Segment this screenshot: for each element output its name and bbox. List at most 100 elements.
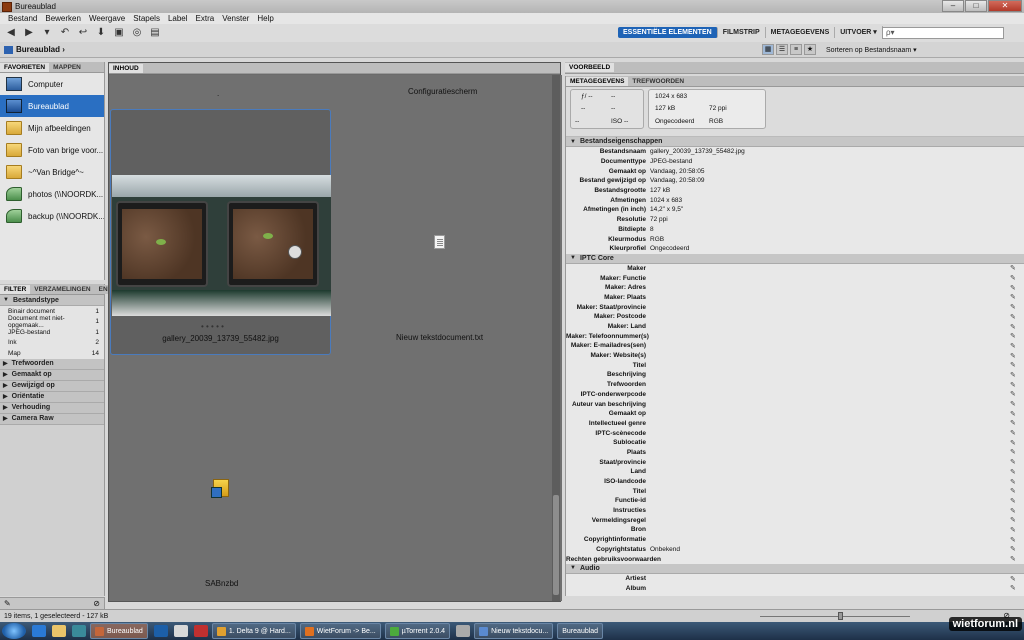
metadata-row[interactable]: Vermeldingsregel ✎ [566, 515, 1024, 525]
edit-pencil-icon[interactable]: ✎ [1010, 458, 1020, 466]
tab-metadata[interactable]: METAGEGEVENS [566, 77, 629, 86]
edit-pencil-icon[interactable]: ✎ [1010, 352, 1020, 360]
metadata-row[interactable]: Artiest ✎ [566, 574, 1024, 584]
edit-pencil-icon[interactable]: ✎ [1010, 487, 1020, 495]
forward-icon[interactable]: ▶ [22, 27, 36, 39]
menu-help[interactable]: Help [253, 14, 277, 23]
metadata-row[interactable]: Functie-id ✎ [566, 496, 1024, 506]
edit-pencil-icon[interactable]: ✎ [1010, 342, 1020, 350]
recent-dropdown-icon[interactable]: ▾ [40, 27, 54, 39]
close-button[interactable]: ✕ [988, 0, 1022, 12]
menu-venster[interactable]: Venster [218, 14, 253, 23]
workspace-essentials[interactable]: ESSENTIËLE ELEMENTEN [618, 26, 718, 38]
menu-weergave[interactable]: Weergave [85, 14, 129, 23]
filter-group[interactable]: ▶ Gewijzigd op [0, 380, 104, 392]
filter-row[interactable]: Document met niet-opgemaak... 1 [0, 315, 104, 329]
ie-icon[interactable] [32, 625, 46, 637]
pin-icon[interactable]: ✎ [4, 599, 11, 608]
metadata-row[interactable]: Copyrightstatus Onbekend ✎ [566, 545, 1024, 555]
edit-pencil-icon[interactable]: ✎ [1010, 497, 1020, 505]
filter-group-filetype[interactable]: ▼ Bestandstype [0, 295, 104, 306]
clear-filter-icon[interactable]: ⊘ [93, 599, 100, 608]
metadata-row[interactable]: ISO-landcode ✎ [566, 477, 1024, 487]
metadata-row[interactable]: Land ✎ [566, 467, 1024, 477]
metadata-row[interactable]: Plaats ✎ [566, 448, 1024, 458]
edit-pencil-icon[interactable]: ✎ [1010, 323, 1020, 331]
edit-pencil-icon[interactable]: ✎ [1010, 390, 1020, 398]
metadata-value[interactable]: Onbekend [650, 546, 1010, 553]
output-icon[interactable]: ▤ [148, 27, 162, 39]
edit-pencil-icon[interactable]: ✎ [1010, 516, 1020, 524]
metadata-row[interactable]: Titel ✎ [566, 360, 1024, 370]
metadata-row[interactable]: Maker: Land ✎ [566, 322, 1024, 332]
thumbnail-size-slider[interactable] [760, 616, 910, 617]
metadata-row[interactable]: Rechten gebruiksvoorwaarden ✎ [566, 554, 1024, 564]
edit-pencil-icon[interactable]: ✎ [1010, 545, 1020, 553]
edit-pencil-icon[interactable]: ✎ [1010, 507, 1020, 515]
filter-row[interactable]: Ink 2 [0, 337, 104, 348]
scrollbar-thumb[interactable] [553, 495, 559, 595]
task-notepad[interactable]: Nieuw tekstdocu... [474, 623, 554, 639]
task-utorrent[interactable]: µTorrent 2.0.4 [384, 623, 451, 639]
edit-pencil-icon[interactable]: ✎ [1010, 361, 1020, 369]
return-icon[interactable]: ↩ [76, 27, 90, 39]
metadata-row[interactable]: Maker ✎ [566, 264, 1024, 274]
app-icon[interactable] [173, 625, 188, 637]
open-in-camera-raw-icon[interactable]: ◎ [130, 27, 144, 39]
task-bridge[interactable]: Bureaublad [90, 623, 148, 639]
section-file-properties[interactable]: ▼ Bestandseigenschappen [566, 137, 1024, 147]
metadata-row[interactable]: Maker: Plaats ✎ [566, 293, 1024, 303]
edit-pencil-icon[interactable]: ✎ [1010, 526, 1020, 534]
tab-preview[interactable]: VOORBEELD [565, 63, 615, 72]
back-icon[interactable]: ◀ [4, 27, 18, 39]
opera-icon[interactable] [193, 625, 208, 637]
edit-pencil-icon[interactable]: ✎ [1010, 371, 1020, 379]
tab-collections[interactable]: VERZAMELINGEN [30, 285, 95, 294]
metadata-row[interactable]: IPTC-onderwerpcode ✎ [566, 390, 1024, 400]
search-input[interactable]: ρ▾ [882, 27, 1004, 39]
workspace-output[interactable]: UITVOER ▾ [835, 26, 883, 38]
task-bureaublad[interactable]: Bureaublad [557, 623, 604, 639]
metadata-row[interactable]: Beschrijving ✎ [566, 370, 1024, 380]
filter-row[interactable]: Map 14 [0, 348, 104, 359]
camera-download-icon[interactable]: ⬇ [94, 27, 108, 39]
text-document-icon[interactable] [434, 235, 445, 249]
edit-pencil-icon[interactable]: ✎ [1010, 468, 1020, 476]
minimize-button[interactable]: – [942, 0, 964, 12]
metadata-row[interactable]: Maker: Adres ✎ [566, 283, 1024, 293]
favorite-computer[interactable]: Computer [0, 73, 104, 95]
menu-bestand[interactable]: Bestand [4, 14, 41, 23]
tab-favorites[interactable]: FAVORIETEN [0, 63, 50, 72]
filter-group[interactable]: ▶ Oriëntatie [0, 391, 104, 403]
breadcrumb[interactable]: Bureaublad › [4, 45, 65, 54]
edit-pencil-icon[interactable]: ✎ [1010, 439, 1020, 447]
metadata-row[interactable]: Staat/provincie ✎ [566, 457, 1024, 467]
edit-pencil-icon[interactable]: ✎ [1010, 584, 1020, 592]
menu-bewerken[interactable]: Bewerken [41, 14, 85, 23]
edit-pencil-icon[interactable]: ✎ [1010, 536, 1020, 544]
metadata-row[interactable]: Album ✎ [566, 584, 1024, 594]
photoshop-icon[interactable] [153, 625, 168, 637]
slider-knob[interactable] [838, 612, 843, 620]
content-grid[interactable]: . • • • • • gallery_20039_13739_55482.jp… [109, 75, 562, 601]
sabnzbd-icon[interactable] [211, 479, 229, 498]
metadata-row[interactable]: Sublocatie ✎ [566, 438, 1024, 448]
favorite-my-pictures[interactable]: Mijn afbeeldingen [0, 117, 104, 139]
reveal-recent-icon[interactable]: ↶ [58, 27, 72, 39]
edit-pencil-icon[interactable]: ✎ [1010, 575, 1020, 583]
edit-pencil-icon[interactable]: ✎ [1010, 419, 1020, 427]
thumbnail-jpg-selected[interactable]: • • • • • gallery_20039_13739_55482.jpg [110, 109, 331, 355]
edit-pencil-icon[interactable]: ✎ [1010, 555, 1020, 563]
favorite-photo-folder[interactable]: Foto van brige voor... [0, 139, 104, 161]
metadata-row[interactable]: Maker: Staat/provincie ✎ [566, 302, 1024, 312]
filter-group[interactable]: ▶ Camera Raw [0, 413, 104, 425]
tab-filter[interactable]: FILTER [0, 285, 31, 294]
list-view-icon[interactable]: ≡ [790, 44, 802, 55]
favorite-photos-share[interactable]: photos (\\NOORDK... [0, 183, 104, 205]
edit-pencil-icon[interactable]: ✎ [1010, 293, 1020, 301]
metadata-row[interactable]: Auteur van beschrijving ✎ [566, 399, 1024, 409]
edit-pencil-icon[interactable]: ✎ [1010, 478, 1020, 486]
maximize-button[interactable]: □ [965, 0, 987, 12]
metadata-row[interactable]: Gemaakt op ✎ [566, 409, 1024, 419]
edit-pencil-icon[interactable]: ✎ [1010, 448, 1020, 456]
